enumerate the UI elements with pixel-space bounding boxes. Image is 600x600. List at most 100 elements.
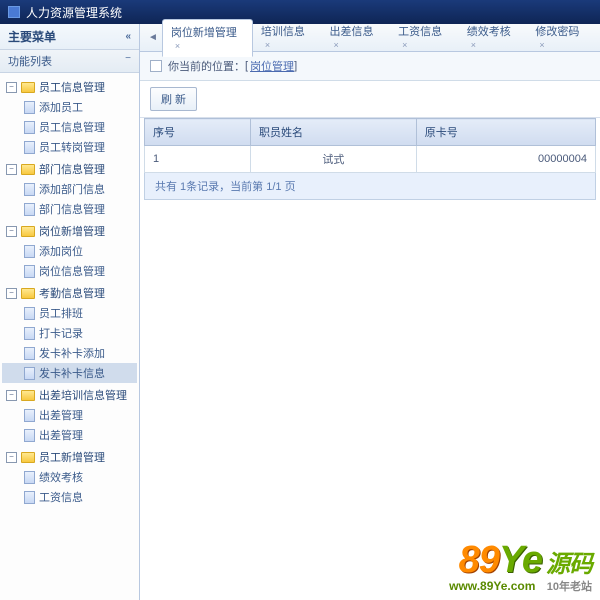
breadcrumb-link[interactable]: 岗位管理 xyxy=(250,58,294,74)
data-table: 序号职员姓名原卡号 1试式00000004 xyxy=(144,118,596,173)
tab[interactable]: 绩效考核× xyxy=(459,19,528,56)
column-header[interactable]: 职员姓名 xyxy=(250,119,416,146)
file-icon xyxy=(24,429,35,442)
folder-icon xyxy=(21,288,35,299)
tab-label: 岗位新增管理 xyxy=(171,27,237,39)
tab-prev-icon[interactable]: ◄ xyxy=(144,32,162,43)
folder-icon xyxy=(21,226,35,237)
tree-parent-label: 部门信息管理 xyxy=(39,161,105,177)
collapse-icon[interactable]: « xyxy=(125,31,131,42)
tree-child-label: 工资信息 xyxy=(39,489,83,505)
tree-child[interactable]: 添加部门信息 xyxy=(2,179,137,199)
file-icon xyxy=(24,347,35,360)
tree-child-label: 部门信息管理 xyxy=(39,201,105,217)
func-list-label: 功能列表 xyxy=(8,53,52,69)
tree-parent-label: 员工新增管理 xyxy=(39,449,105,465)
tree-child-label: 发卡补卡添加 xyxy=(39,345,105,361)
window-title: 人力资源管理系统 xyxy=(26,4,122,21)
tree-child[interactable]: 工资信息 xyxy=(2,487,137,507)
main-area: ◄ 岗位新增管理×培训信息×出差信息×工资信息×绩效考核×修改密码× 你当前的位… xyxy=(140,24,600,600)
tree-child-label: 出差管理 xyxy=(39,427,83,443)
file-icon xyxy=(24,409,35,422)
tab[interactable]: 工资信息× xyxy=(390,19,459,56)
data-table-wrap: 序号职员姓名原卡号 1试式00000004 共有 1条记录，当前第 1/1 页 xyxy=(140,118,600,200)
column-header[interactable]: 原卡号 xyxy=(416,119,595,146)
tree-child-label: 岗位信息管理 xyxy=(39,263,105,279)
file-icon xyxy=(24,121,35,134)
tab[interactable]: 修改密码 × xyxy=(527,19,596,56)
expand-icon[interactable]: − xyxy=(6,164,17,175)
tree-child-label: 员工信息管理 xyxy=(39,119,105,135)
expand-icon[interactable]: − xyxy=(6,82,17,93)
close-icon[interactable]: × xyxy=(265,40,270,50)
file-icon xyxy=(24,101,35,114)
file-icon xyxy=(24,183,35,196)
main-menu-header: 主要菜单 « xyxy=(0,24,139,50)
tree-child-label: 出差管理 xyxy=(39,407,83,423)
toolbar: 刷 新 xyxy=(140,81,600,118)
tree-parent-label: 岗位新增管理 xyxy=(39,223,105,239)
cell-name: 试式 xyxy=(250,146,416,173)
expand-icon[interactable]: − xyxy=(6,390,17,401)
tree-child[interactable]: 员工信息管理 xyxy=(2,117,137,137)
nav-tree: −员工信息管理添加员工员工信息管理员工转岗管理 − 部门信息管理添加部门信息部门信息… xyxy=(0,73,139,600)
close-icon[interactable]: × xyxy=(402,40,407,50)
tree-parent[interactable]: −员工信息管理 xyxy=(2,77,137,97)
tree-child[interactable]: 打卡记录 xyxy=(2,323,137,343)
tree-child-label: 绩效考核 xyxy=(39,469,83,485)
tree-child[interactable]: 员工排班 xyxy=(2,303,137,323)
file-icon xyxy=(24,141,35,154)
tree-child-label: 添加岗位 xyxy=(39,243,83,259)
close-icon[interactable]: × xyxy=(175,41,180,51)
tree-parent-label: 出差培训信息管理 xyxy=(39,387,127,403)
tab-bar: ◄ 岗位新增管理×培训信息×出差信息×工资信息×绩效考核×修改密码× xyxy=(140,24,600,52)
tree-child[interactable]: 绩效考核 xyxy=(2,467,137,487)
tree-child[interactable]: 出差管理 xyxy=(2,425,137,445)
tree-child[interactable]: 发卡补卡信息 xyxy=(2,363,137,383)
tree-parent[interactable]: − 部门信息管理 xyxy=(2,159,137,179)
tab[interactable]: 岗位新增管理 × xyxy=(162,19,253,57)
tree-child[interactable]: 部门信息管理 xyxy=(2,199,137,219)
file-icon xyxy=(24,245,35,258)
minimize-icon[interactable]: − xyxy=(125,53,131,69)
location-icon xyxy=(150,60,162,72)
tree-parent[interactable]: − 岗位新增管理 xyxy=(2,221,137,241)
tree-child[interactable]: 发卡补卡添加 xyxy=(2,343,137,363)
column-header[interactable]: 序号 xyxy=(145,119,251,146)
tree-child[interactable]: 添加员工 xyxy=(2,97,137,117)
expand-icon[interactable]: − xyxy=(6,288,17,299)
app-icon xyxy=(8,6,20,18)
close-icon[interactable]: × xyxy=(333,40,338,50)
cell-card: 00000004 xyxy=(416,146,595,173)
tree-child-label: 打卡记录 xyxy=(39,325,83,341)
table-row[interactable]: 1试式00000004 xyxy=(145,146,596,173)
tab-label: 修改密码 xyxy=(535,26,579,38)
tree-child-label: 添加员工 xyxy=(39,99,83,115)
sidebar: 主要菜单 « 功能列表 − −员工信息管理添加员工员工信息管理员工转岗管理 − 部门… xyxy=(0,24,140,600)
close-icon[interactable]: × xyxy=(471,40,476,50)
tree-child-label: 员工转岗管理 xyxy=(39,139,105,155)
breadcrumb-prefix: 你当前的位置： xyxy=(168,58,245,74)
refresh-button[interactable]: 刷 新 xyxy=(150,87,197,111)
tab-label: 出差信息 xyxy=(329,26,373,38)
tree-parent[interactable]: − 员工新增管理 xyxy=(2,447,137,467)
file-icon xyxy=(24,203,35,216)
pagination: 共有 1条记录，当前第 1/1 页 xyxy=(144,173,596,200)
tree-child[interactable]: 添加岗位 xyxy=(2,241,137,261)
tree-child[interactable]: 出差管理 xyxy=(2,405,137,425)
tab[interactable]: 出差信息 × xyxy=(321,19,390,56)
file-icon xyxy=(24,491,35,504)
tree-child[interactable]: 员工转岗管理 xyxy=(2,137,137,157)
tree-parent[interactable]: − 出差培训信息管理 xyxy=(2,385,137,405)
file-icon xyxy=(24,307,35,320)
tree-child-label: 添加部门信息 xyxy=(39,181,105,197)
cell-no: 1 xyxy=(145,146,251,173)
expand-icon[interactable]: − xyxy=(6,452,17,463)
close-icon[interactable]: × xyxy=(539,40,544,50)
tree-child-label: 员工排班 xyxy=(39,305,83,321)
tab[interactable]: 培训信息× xyxy=(253,19,322,56)
expand-icon[interactable]: − xyxy=(6,226,17,237)
folder-icon xyxy=(21,82,35,93)
tree-child[interactable]: 岗位信息管理 xyxy=(2,261,137,281)
tree-parent[interactable]: −考勤信息管理 xyxy=(2,283,137,303)
